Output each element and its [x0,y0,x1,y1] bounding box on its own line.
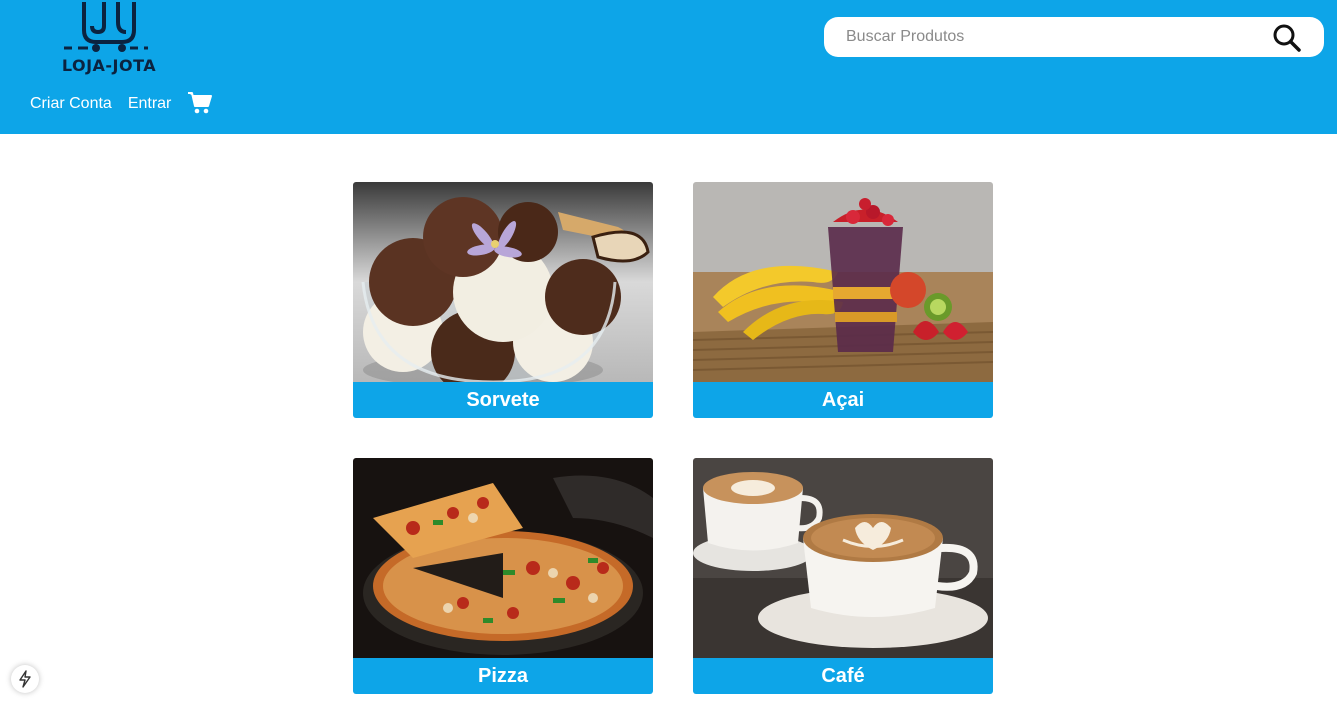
ice-cream-photo [353,182,653,382]
product-label: Sorvete [353,382,653,418]
brand-name: LOJA-JOTA [61,56,157,75]
lightning-icon[interactable] [11,665,39,693]
product-label: Pizza [353,658,653,694]
search-icon[interactable] [1272,23,1302,53]
brand-logo[interactable]: LOJA-JOTA [44,0,170,76]
shopping-cart-icon[interactable] [187,91,213,114]
product-card-cafe[interactable]: Café [693,458,993,694]
product-card-sorvete[interactable]: Sorvete [353,182,653,418]
site-header: LOJA-JOTA Criar Conta Entrar [0,0,1337,134]
coffee-photo [693,458,993,658]
pizza-photo [353,458,653,658]
search-input[interactable] [846,25,1266,49]
header-nav: Criar Conta Entrar [30,90,213,118]
acai-photo [693,182,993,382]
product-card-pizza[interactable]: Pizza [353,458,653,694]
shopping-cart-logo-icon [64,2,148,52]
product-label: Café [693,658,993,694]
login-link[interactable]: Entrar [128,95,172,113]
create-account-link[interactable]: Criar Conta [30,95,112,113]
product-card-acai[interactable]: Açai [693,182,993,418]
product-label: Açai [693,382,993,418]
search-bar [824,17,1324,57]
